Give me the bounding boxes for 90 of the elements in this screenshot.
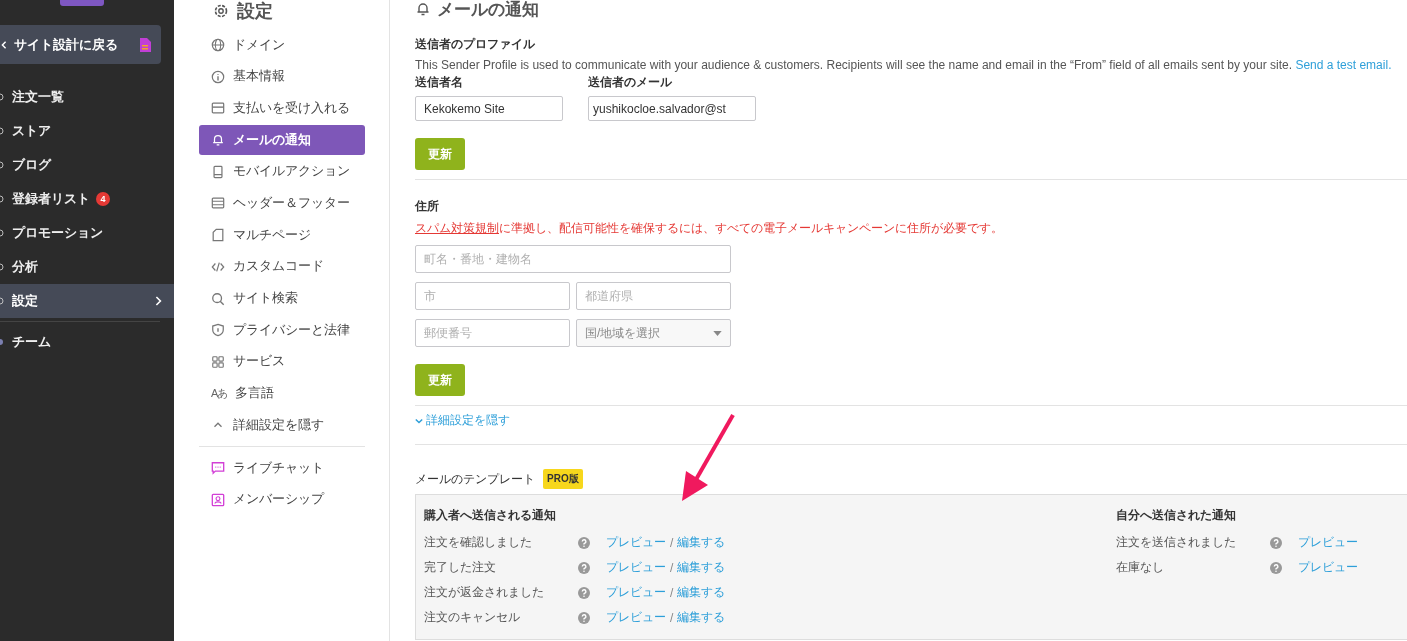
chat-icon <box>211 461 225 476</box>
help-icon[interactable] <box>1270 536 1282 549</box>
sidebar-item[interactable]: ストア <box>0 114 174 148</box>
settings-nav-item[interactable]: Aあ 多言語 <box>199 378 365 409</box>
section-heading: メールのテンプレート <box>415 470 535 488</box>
address-notice-text: スパム対策規制に準拠し、配信可能性を確保するには、すべての電子メールキャンペーンに住所が必要です。 <box>415 220 1004 237</box>
street-field[interactable]: 町名・番地・建物名 <box>415 245 731 273</box>
template-name: 注文のキャンセル <box>424 609 521 626</box>
settings-nav-item[interactable]: モバイルアクション <box>199 156 365 187</box>
count-badge: 4 <box>96 192 110 206</box>
layout-icon <box>211 196 225 211</box>
template-name: 注文が返金されました <box>424 584 545 601</box>
help-icon[interactable] <box>578 536 590 549</box>
language-icon: Aあ <box>211 386 227 402</box>
settings-nav-item[interactable]: サービス <box>199 346 365 377</box>
section-heading: 住所 <box>415 198 440 215</box>
column-heading: 購入者へ送信される通知 <box>424 507 557 524</box>
sidebar-item[interactable]: 注文一覧 <box>0 80 174 114</box>
chevron-down-icon <box>415 417 423 424</box>
help-icon[interactable] <box>1270 561 1282 574</box>
help-icon[interactable] <box>578 586 590 599</box>
help-icon[interactable] <box>578 561 590 574</box>
field-label: 送信者名 <box>415 74 464 91</box>
section-heading: 送信者のプロファイル <box>415 36 536 53</box>
help-icon[interactable] <box>578 611 590 624</box>
column-heading: 自分へ送信された通知 <box>1116 507 1237 524</box>
sender-email-field[interactable]: yushikocloe.salvador@st <box>588 96 756 121</box>
document-icon <box>139 37 151 52</box>
template-name: 注文を確認しました <box>424 534 533 551</box>
sidebar-item[interactable]: プロモーション <box>0 216 174 250</box>
settings-icon <box>213 3 229 19</box>
separator-text: / <box>670 610 674 625</box>
team-avatar-icon <box>0 336 6 348</box>
shield-icon <box>211 323 225 338</box>
chevron-left-icon <box>0 39 8 50</box>
postal-code-field[interactable]: 郵便番号 <box>415 319 570 347</box>
sidebar-item[interactable]: 設定 <box>0 284 174 318</box>
template-name: 注文を送信されました <box>1116 534 1237 551</box>
card-icon <box>211 101 225 116</box>
sidebar-item[interactable]: ブログ <box>0 148 174 182</box>
settings-nav-item[interactable]: ライブチャット <box>199 453 365 484</box>
sidebar-item[interactable]: チーム <box>0 325 174 359</box>
separator-text: / <box>670 585 674 600</box>
settings-nav-item[interactable]: カスタムコード <box>199 251 365 282</box>
menu-icon <box>0 91 6 103</box>
menu-icon <box>0 193 6 205</box>
dropdown-caret-icon <box>713 330 722 336</box>
settings-nav-item[interactable]: ヘッダー＆フッター <box>199 188 365 219</box>
separator-text: / <box>670 535 674 550</box>
search-icon <box>211 291 225 306</box>
anti-spam-rules-link[interactable]: スパム対策規制 <box>415 221 499 235</box>
member-card-icon <box>211 492 225 507</box>
settings-nav-item[interactable]: メールの通知 <box>199 125 365 156</box>
sidebar-item[interactable]: 登録者リスト 4 <box>0 182 174 216</box>
pro-badge: PRO版 <box>543 469 583 489</box>
menu-icon <box>0 159 6 171</box>
globe-icon <box>211 38 225 52</box>
menu-icon <box>0 261 6 273</box>
prefecture-field[interactable]: 都道府県 <box>576 282 731 310</box>
phone-icon <box>211 164 225 179</box>
city-field[interactable]: 市 <box>415 282 570 310</box>
field-label: 送信者のメール <box>588 74 673 91</box>
sender-name-field[interactable]: Kekokemo Site <box>415 96 563 121</box>
menu-icon <box>0 227 6 239</box>
settings-nav-item[interactable]: メンバーシップ <box>199 484 365 515</box>
settings-nav-item[interactable]: プライバシーと法律 <box>199 315 365 346</box>
sidebar-item[interactable]: 分析 <box>0 250 174 284</box>
separator-text: / <box>670 560 674 575</box>
grid-icon <box>211 354 225 369</box>
page-title: メールの通知 <box>437 0 539 21</box>
menu-icon <box>0 295 6 307</box>
settings-nav-item[interactable]: ドメイン <box>199 30 365 60</box>
pages-icon <box>211 228 225 243</box>
bell-icon <box>211 133 225 148</box>
settings-nav-item[interactable]: マルチページ <box>199 220 365 251</box>
country-select[interactable]: 国/地域を選択 <box>576 319 731 347</box>
settings-title: 設定 <box>237 0 273 23</box>
info-icon <box>211 69 225 84</box>
description-text: This Sender Profile is used to communicate with your audience & customers. Recipients will see the name and email in the “From” field of all emails sent by your site. <box>415 58 1293 72</box>
template-name: 在庫なし <box>1116 559 1165 576</box>
back-to-site-design-button[interactable]: サイト設計に戻る <box>0 25 161 64</box>
settings-nav-item[interactable]: サイト検索 <box>199 283 365 314</box>
template-name: 完了した注文 <box>424 559 497 576</box>
settings-nav-item[interactable]: 詳細設定を隠す <box>199 410 365 441</box>
menu-icon <box>0 125 6 137</box>
chevron-right-icon <box>154 295 162 307</box>
settings-nav-item[interactable]: 支払いを受け入れる <box>199 93 365 124</box>
bell-icon <box>415 1 431 17</box>
logo-badge <box>60 0 104 6</box>
settings-nav-item[interactable]: 基本情報 <box>199 61 365 92</box>
